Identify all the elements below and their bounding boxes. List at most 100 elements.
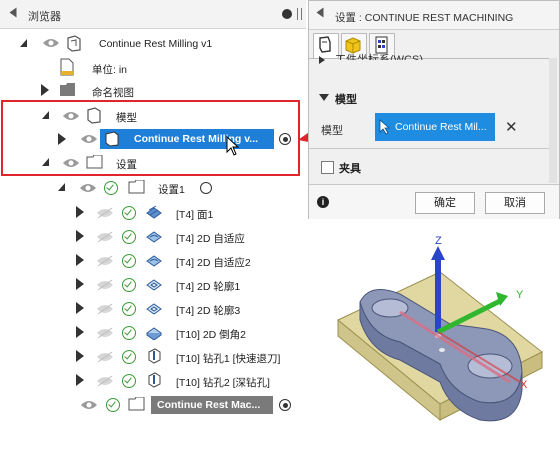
browser-stop-icon[interactable] xyxy=(282,9,292,19)
settings-dialog: 设置 : CONTINUE REST MACHINING 工件坐标系(WCS) … xyxy=(308,0,560,219)
setup1-label: 设置1 xyxy=(158,184,185,196)
setup-folder-icon xyxy=(128,397,145,411)
valid-check-icon xyxy=(122,278,136,292)
eye-hidden-icon[interactable] xyxy=(96,351,114,363)
valid-check-icon xyxy=(122,302,136,316)
ok-button[interactable]: 确定 xyxy=(415,192,475,214)
op-label: [T4] 2D 轮廓1 xyxy=(176,281,241,293)
drill-op-icon xyxy=(148,348,161,364)
select-arrow-icon xyxy=(379,119,391,135)
valid-check-icon xyxy=(122,206,136,220)
expand-right-icon[interactable] xyxy=(76,230,84,242)
separator xyxy=(309,148,549,149)
browser-header: 浏览器 xyxy=(0,0,306,29)
valid-check-icon xyxy=(122,254,136,268)
expand-right-icon[interactable] xyxy=(76,254,84,266)
tree-row-op[interactable]: [T4] 2D 轮廓1 xyxy=(0,274,306,296)
axis-x-label: X xyxy=(520,379,528,391)
expand-right-icon[interactable] xyxy=(76,374,84,386)
tool-icon xyxy=(319,36,331,53)
browser-resize-handle[interactable] xyxy=(297,8,302,20)
valid-check-icon xyxy=(104,181,118,195)
info-icon[interactable]: i xyxy=(317,196,329,208)
collapse-dialog-icon[interactable] xyxy=(316,7,324,18)
valid-check-icon xyxy=(122,230,136,244)
op-label: [T4] 2D 轮廓3 xyxy=(176,305,241,317)
tree-row-op[interactable]: [T10] 钻孔2 [深钻孔] xyxy=(0,370,306,392)
collapse-panel-icon[interactable] xyxy=(9,7,17,18)
tree-row-root[interactable]: Continue Rest Milling v1 xyxy=(0,33,306,55)
expand-right-icon[interactable] xyxy=(41,84,49,96)
fixture-label: 夹具 xyxy=(339,163,361,175)
tree-row-op[interactable]: [T4] 2D 轮廓3 xyxy=(0,298,306,320)
expand-right-icon[interactable] xyxy=(76,206,84,218)
axis-z-label: Z xyxy=(435,235,442,247)
contour-op-icon xyxy=(146,303,162,315)
expand-right-icon[interactable] xyxy=(76,326,84,338)
setup-folder-icon xyxy=(128,180,145,194)
valid-check-icon xyxy=(122,374,136,388)
adaptive-op-icon xyxy=(146,255,162,267)
model-select-button[interactable]: Continue Rest Mil... xyxy=(375,113,495,141)
eye-hidden-icon[interactable] xyxy=(96,279,114,291)
eye-hidden-icon[interactable] xyxy=(96,255,114,267)
drill-op-icon xyxy=(148,372,161,388)
cancel-button[interactable]: 取消 xyxy=(485,192,545,214)
activate-radio-icon[interactable] xyxy=(200,182,212,194)
component-icon xyxy=(67,35,81,52)
settings-title: 设置 : CONTINUE REST MACHINING xyxy=(335,12,514,24)
eye-hidden-icon[interactable] xyxy=(96,231,114,243)
fixture-checkbox[interactable] xyxy=(321,161,334,174)
valid-check-icon xyxy=(122,326,136,340)
chamfer-op-icon xyxy=(146,327,162,340)
tree-row-op[interactable]: [T10] 钻孔1 [快速退刀] xyxy=(0,346,306,368)
settings-header: 设置 : CONTINUE REST MACHINING xyxy=(309,1,559,30)
expand-right-icon[interactable] xyxy=(76,350,84,362)
valid-check-icon xyxy=(106,398,120,412)
eye-icon[interactable] xyxy=(79,182,97,194)
eye-hidden-icon[interactable] xyxy=(96,303,114,315)
model-select-value: Continue Rest Mil... xyxy=(395,121,487,133)
eye-hidden-icon[interactable] xyxy=(96,327,114,339)
browser-title: 浏览器 xyxy=(28,11,61,23)
eye-icon[interactable] xyxy=(42,37,60,49)
tree-row-named-views[interactable]: 命名视图 xyxy=(0,80,306,102)
tree-row-op[interactable]: [T4] 面1 xyxy=(0,202,306,224)
contour-op-icon xyxy=(146,279,162,291)
tree-row-units: 单位: in xyxy=(0,57,306,79)
op-label: [T10] 钻孔1 [快速退刀] xyxy=(176,353,281,365)
tree-row-op[interactable]: [T4] 2D 自适应 xyxy=(0,226,306,248)
root-label: Continue Rest Milling v1 xyxy=(99,38,213,50)
tree-row-op[interactable]: [T10] 2D 倒角2 xyxy=(0,322,306,344)
clear-selection-icon[interactable]: ✕ xyxy=(505,118,518,136)
op-label: Continue Rest Mac... xyxy=(157,399,261,411)
eye-hidden-icon[interactable] xyxy=(96,207,114,219)
expand-down-icon[interactable] xyxy=(20,39,27,47)
tree-row-op-rest[interactable]: Continue Rest Mac... xyxy=(0,394,306,416)
op-label: [T4] 面1 xyxy=(176,209,214,221)
radio-dot xyxy=(283,403,288,408)
tree-row-setup1[interactable]: 设置1 xyxy=(0,177,306,199)
eye-icon[interactable] xyxy=(80,399,98,411)
expand-down-icon[interactable] xyxy=(58,183,65,191)
named-views-label: 命名视图 xyxy=(92,87,134,99)
model-section-toggle-icon[interactable] xyxy=(319,94,329,101)
op-label: [T10] 钻孔2 [深钻孔] xyxy=(176,377,270,389)
model-field-label: 模型 xyxy=(321,125,343,137)
units-label: 单位: in xyxy=(92,64,128,76)
axis-y-label: Y xyxy=(516,289,524,301)
wcs-collapsed-icon[interactable] xyxy=(319,56,325,64)
expand-right-icon[interactable] xyxy=(76,302,84,314)
op-label: [T4] 2D 自适应 xyxy=(176,233,245,245)
eye-hidden-icon[interactable] xyxy=(96,375,114,387)
tree-row-op[interactable]: [T4] 2D 自适应2 xyxy=(0,250,306,272)
model-viewport[interactable]: Z Y X xyxy=(330,232,560,432)
folder-icon xyxy=(60,83,75,96)
model-section-header[interactable]: 模型 xyxy=(335,91,357,107)
face-op-icon xyxy=(146,205,162,219)
dialog-scrollbar[interactable] xyxy=(549,58,557,183)
expand-right-icon[interactable] xyxy=(76,278,84,290)
op-label: [T10] 2D 倒角2 xyxy=(176,329,247,341)
wcs-header[interactable]: 工件坐标系(WCS) xyxy=(335,51,423,60)
callout-frame xyxy=(1,100,300,176)
